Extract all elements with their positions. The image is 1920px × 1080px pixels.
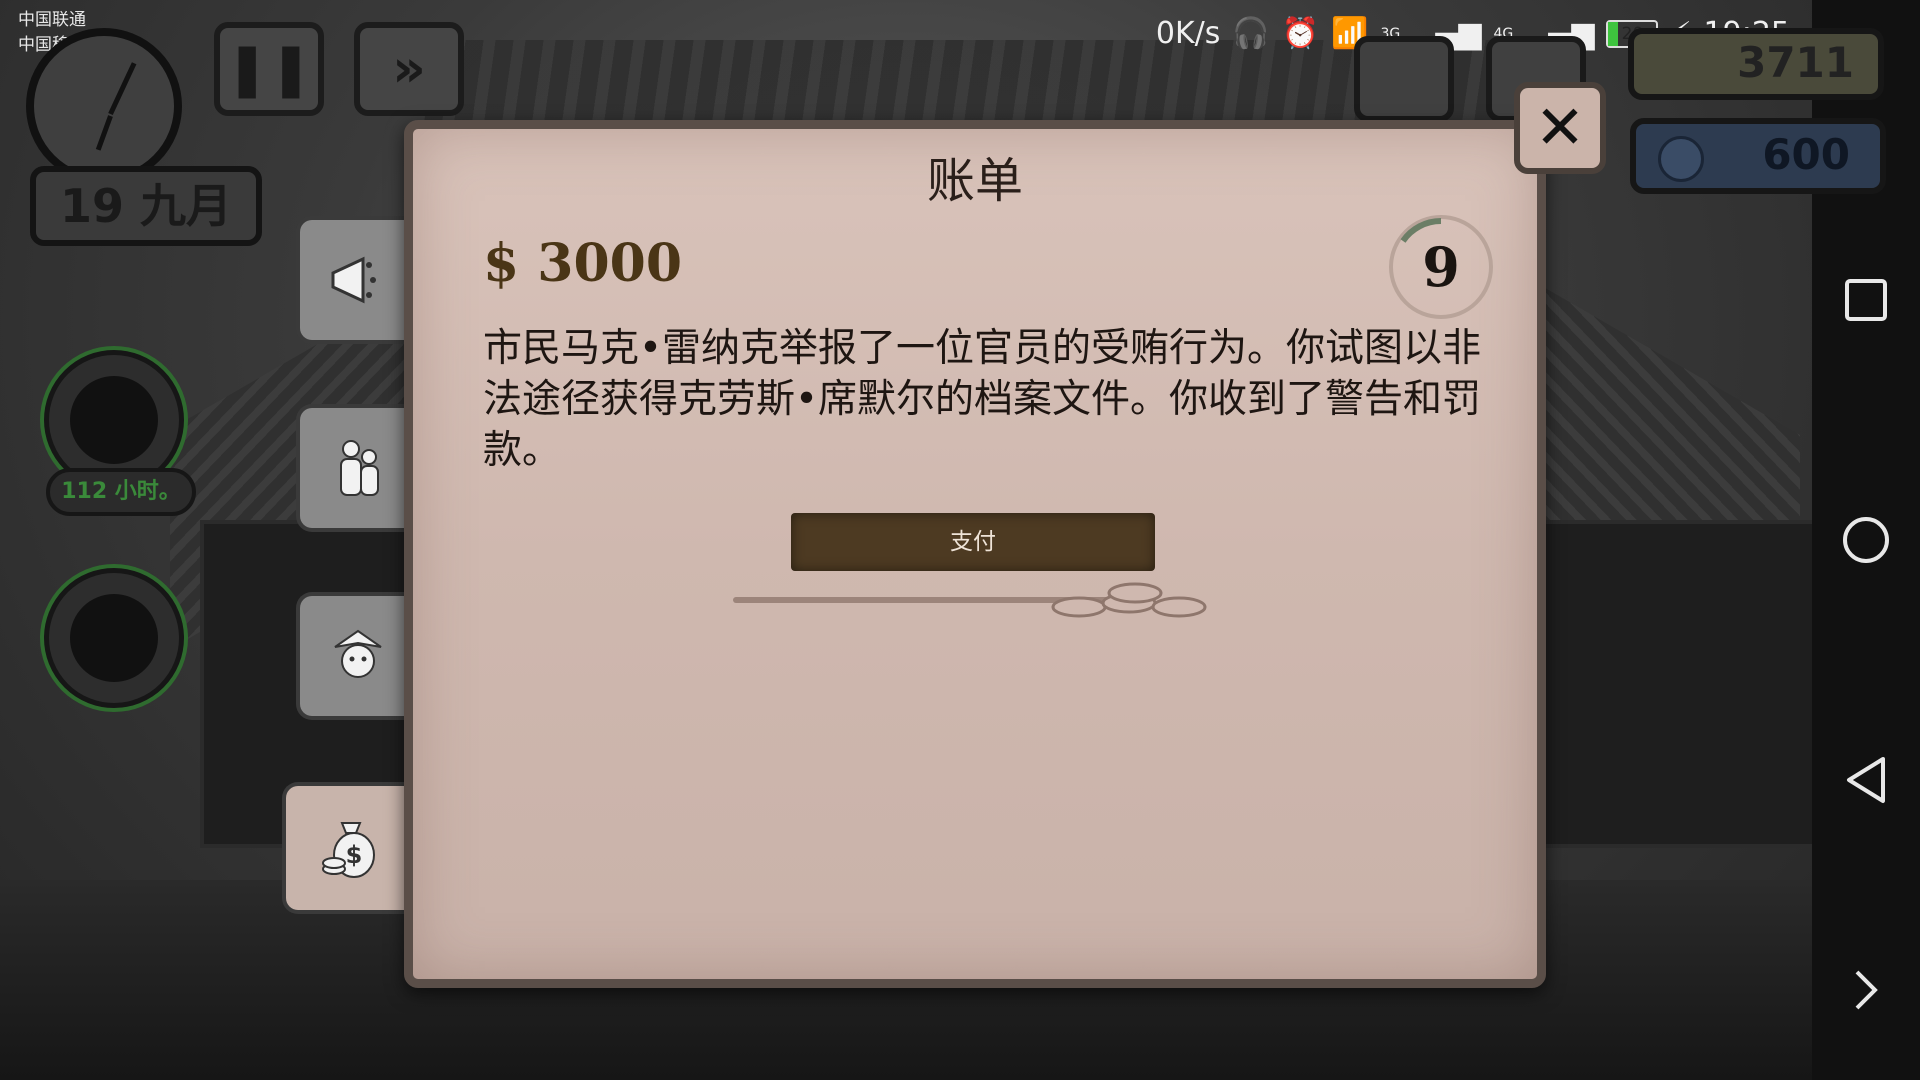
officer-icon — [334, 629, 382, 678]
pause-button[interactable]: ❚❚ — [214, 22, 324, 116]
inventory-button[interactable] — [1354, 36, 1454, 122]
tab-announcements[interactable] — [296, 216, 416, 344]
megaphone-icon — [331, 256, 376, 304]
chevron-right-icon — [1855, 970, 1878, 1010]
game-clock — [26, 28, 182, 184]
close-button[interactable]: ✕ — [1514, 82, 1606, 174]
dialog-title: 账单 — [926, 153, 1023, 209]
close-icon: ✕ — [1534, 93, 1586, 163]
recent-apps-button[interactable] — [1840, 274, 1892, 326]
circle-icon — [1843, 517, 1889, 563]
headphone-icon: 🎧 — [1232, 16, 1270, 51]
carrier-1: 中国联通 — [18, 10, 86, 30]
money-display: 3711 — [1628, 28, 1884, 100]
bill-amount: $ 3000 — [483, 233, 683, 294]
clock-minute-hand — [95, 115, 113, 151]
timer-progress-arc — [1400, 217, 1442, 243]
clock-hour-hand — [108, 62, 137, 116]
people-icon — [340, 440, 379, 496]
back-button[interactable] — [1840, 754, 1892, 806]
bill-message: 市民马克•雷纳克举报了一位官员的受贿行为。你试图以非法途径获得克劳斯•席默尔的档… — [483, 326, 1482, 473]
nav-expand-button[interactable] — [1840, 964, 1892, 1016]
fast-forward-button[interactable]: » — [354, 22, 464, 116]
back-triangle-icon — [1847, 757, 1885, 803]
square-icon — [1845, 279, 1887, 321]
coin-icon — [1658, 136, 1704, 182]
pause-icon: ❚❚ — [225, 39, 313, 99]
coin-display: 600 — [1630, 118, 1886, 194]
tab-bills[interactable]: $ — [282, 782, 416, 914]
alarm-icon: ⏰ — [1281, 16, 1320, 51]
money-value: 3711 — [1737, 38, 1854, 87]
fast-forward-icon: » — [392, 39, 426, 99]
hours-remaining-badge: 112 小时。 — [46, 468, 196, 516]
coin-stack-icon — [1051, 582, 1207, 618]
pay-button[interactable]: 支付 — [791, 513, 1155, 571]
home-button[interactable] — [1840, 514, 1892, 566]
house-right — [1530, 520, 1812, 848]
character-avatar-2[interactable] — [44, 568, 184, 708]
tab-officials[interactable] — [296, 592, 416, 720]
countdown-timer: 9 — [1389, 215, 1493, 319]
tab-citizens[interactable] — [296, 404, 416, 532]
money-bag-icon: $ — [322, 822, 375, 878]
coin-value: 600 — [1762, 130, 1850, 179]
bill-dialog: 账单 $ 3000 9 市民马克•雷纳克举报了一位官员的受贿行为。你试图以非法途… — [404, 120, 1546, 988]
date-display: 19 九月 — [30, 166, 262, 246]
net-speed: 0K/s — [1155, 16, 1221, 51]
svg-text:$: $ — [346, 841, 363, 869]
